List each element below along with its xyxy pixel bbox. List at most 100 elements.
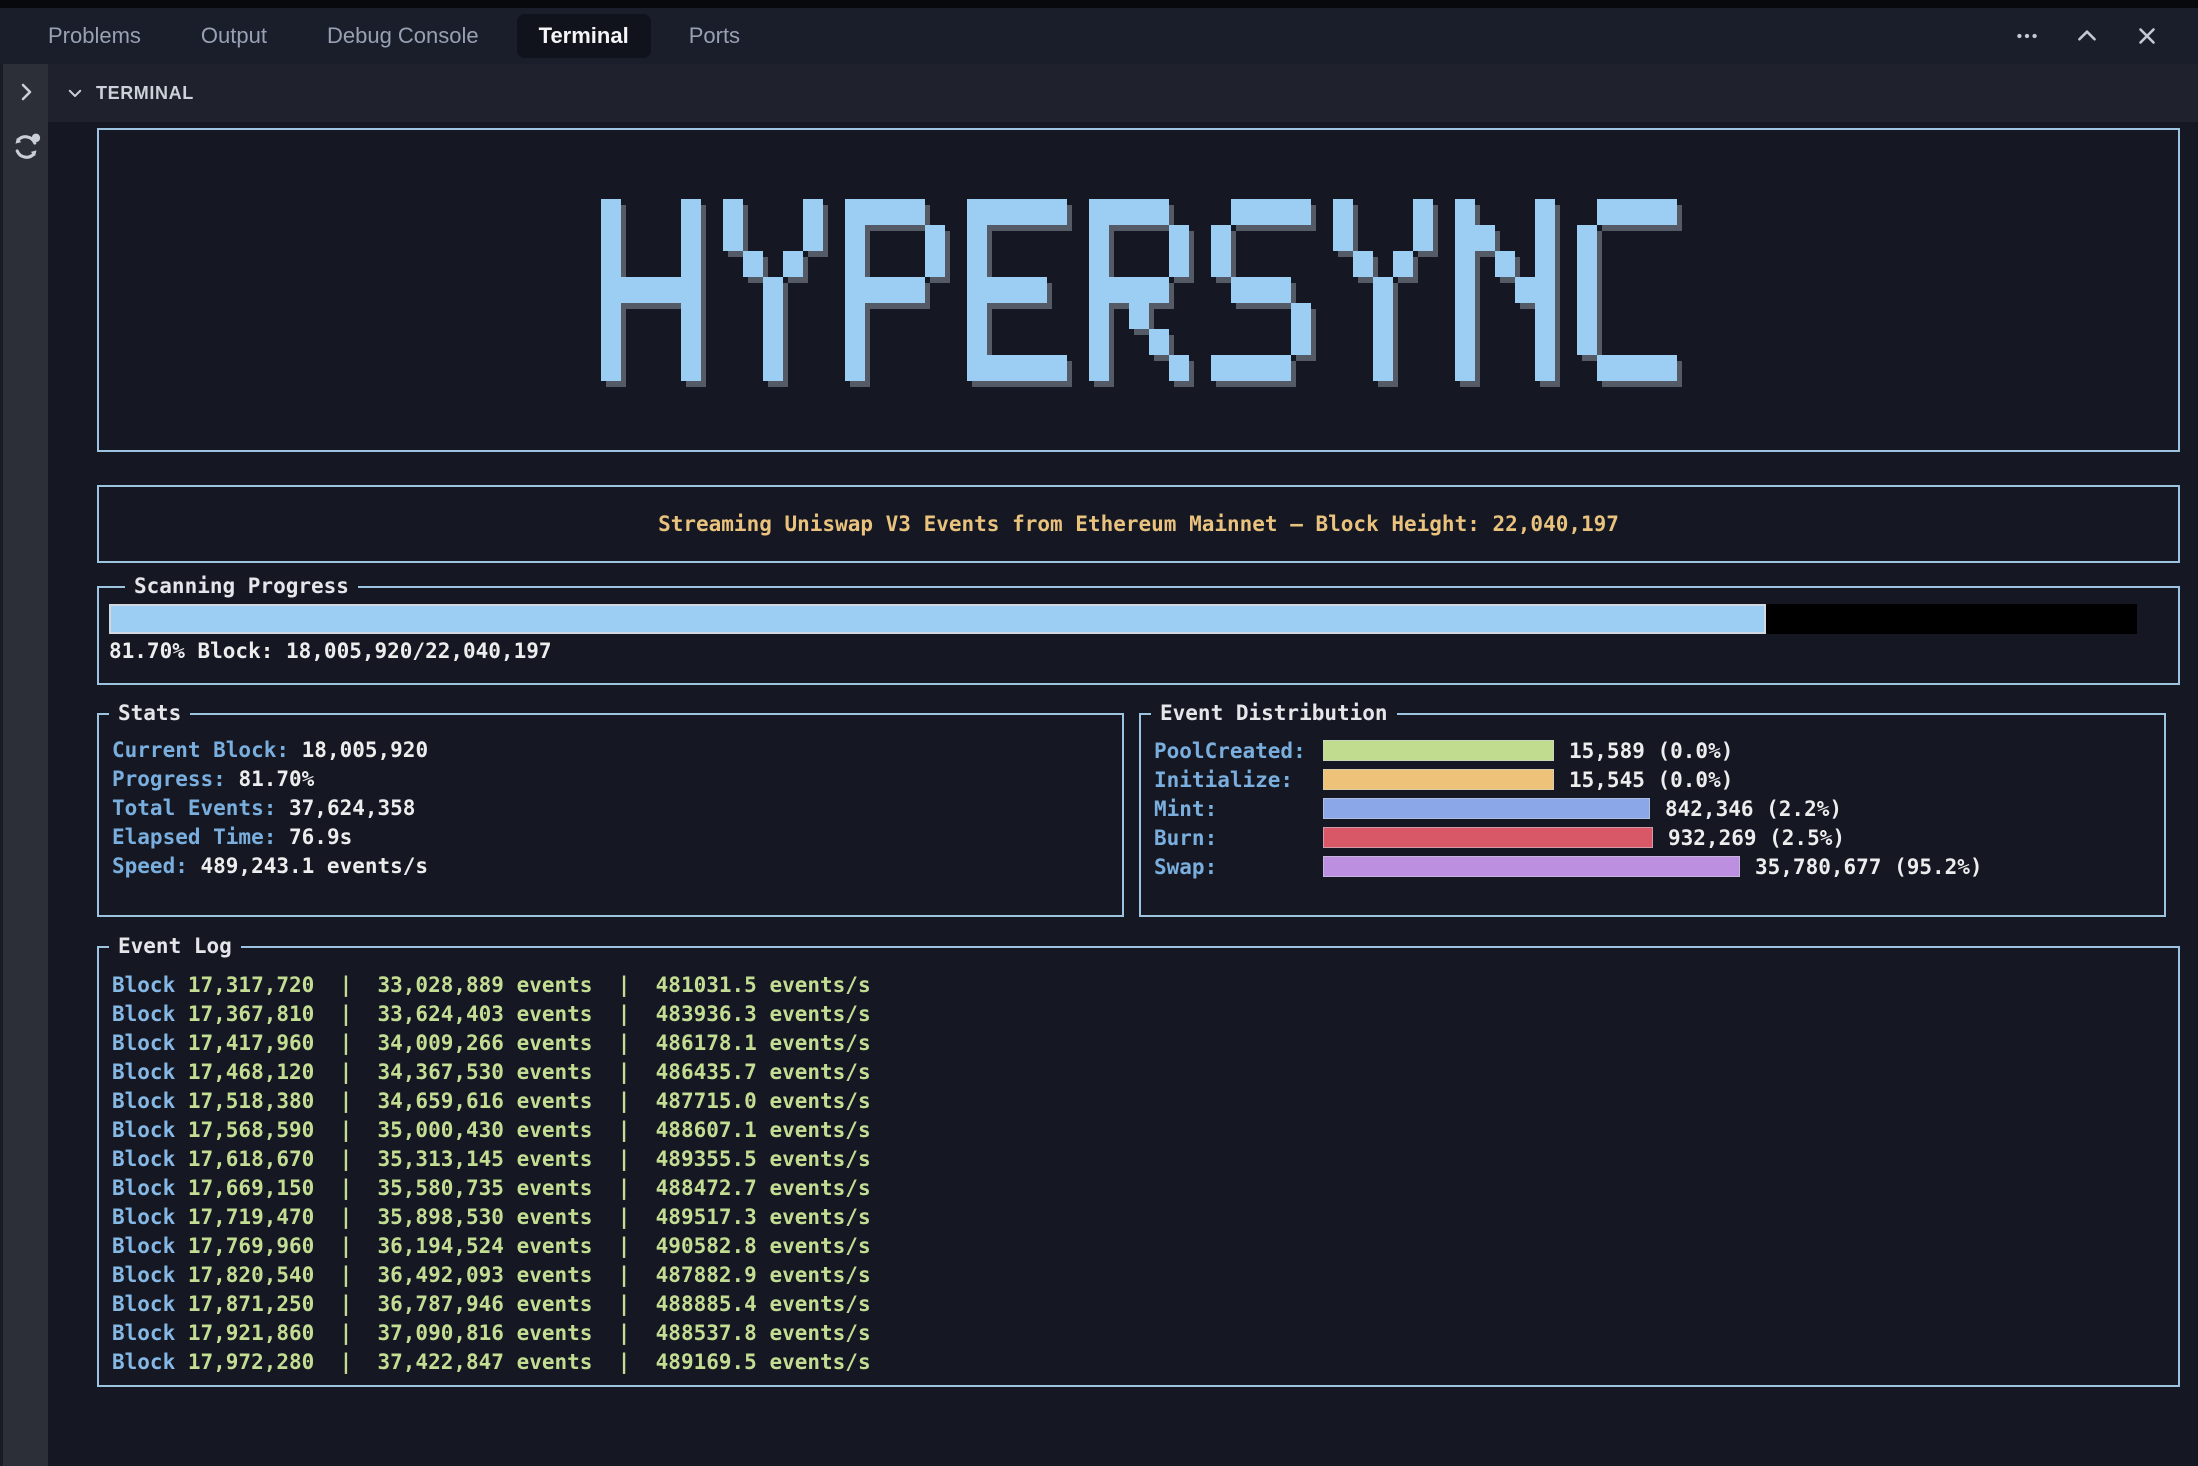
tab-ports[interactable]: Ports bbox=[667, 14, 762, 58]
banner-pixel bbox=[1597, 225, 1617, 251]
banner-pixel bbox=[681, 303, 701, 329]
banner-pixel bbox=[1657, 199, 1677, 225]
distribution-value: 842,346 (2.2%) bbox=[1665, 797, 1842, 821]
banner-pixel bbox=[1129, 355, 1149, 381]
distribution-value: 932,269 (2.5%) bbox=[1668, 826, 1845, 850]
banner-pixel bbox=[1089, 277, 1109, 303]
banner-pixel bbox=[723, 199, 743, 225]
banner-pixel bbox=[1149, 303, 1169, 329]
banner-pixel bbox=[1597, 199, 1617, 225]
sync-icon[interactable] bbox=[9, 130, 43, 164]
log-block-prefix: Block bbox=[112, 1060, 175, 1084]
banner-pixel bbox=[723, 303, 743, 329]
tab-terminal[interactable]: Terminal bbox=[517, 14, 651, 58]
banner-pixel bbox=[865, 355, 885, 381]
event-log-row: Block 17,417,960 | 34,009,266 events | 4… bbox=[112, 1029, 2178, 1058]
distribution-value: 15,589 (0.0%) bbox=[1569, 739, 1733, 763]
banner-pixel bbox=[723, 329, 743, 355]
banner-pixel bbox=[1657, 355, 1677, 381]
banner-pixel bbox=[1271, 303, 1291, 329]
event-log-rows: Block 17,317,720 | 33,028,889 events | 4… bbox=[112, 971, 2178, 1377]
banner-pixel bbox=[1393, 329, 1413, 355]
banner-pixel bbox=[1169, 277, 1189, 303]
tab-debug-console[interactable]: Debug Console bbox=[305, 14, 501, 58]
banner-pixel bbox=[1271, 251, 1291, 277]
banner-pixel bbox=[885, 199, 905, 225]
banner-pixel bbox=[763, 329, 783, 355]
banner-pixel bbox=[641, 303, 661, 329]
distribution-bar bbox=[1323, 798, 1650, 819]
panel-side-strip bbox=[0, 64, 48, 1466]
banner-pixel bbox=[1657, 329, 1677, 355]
banner-pixel bbox=[1495, 277, 1515, 303]
banner-pixel bbox=[925, 329, 945, 355]
maximize-panel-icon[interactable] bbox=[2072, 21, 2102, 51]
banner-pixel bbox=[1047, 303, 1067, 329]
distribution-value: 15,545 (0.0%) bbox=[1569, 768, 1733, 792]
banner-pixel bbox=[1291, 329, 1311, 355]
banner-pixel bbox=[1617, 303, 1637, 329]
stat-label: Speed: bbox=[112, 854, 188, 878]
banner-pixel bbox=[601, 277, 621, 303]
tab-problems[interactable]: Problems bbox=[26, 14, 163, 58]
banner-pixel bbox=[1597, 251, 1617, 277]
banner-pixel bbox=[1169, 329, 1189, 355]
banner-pixel bbox=[1475, 303, 1495, 329]
banner-pixel bbox=[1535, 251, 1555, 277]
event-log-title: Event Log bbox=[109, 933, 241, 959]
distribution-label: Mint: bbox=[1154, 797, 1323, 821]
banner-pixel bbox=[987, 303, 1007, 329]
banner-pixel bbox=[1089, 355, 1109, 381]
close-panel-icon[interactable] bbox=[2132, 21, 2162, 51]
banner-pixel bbox=[1495, 199, 1515, 225]
banner-letter bbox=[1089, 199, 1189, 381]
banner-pixel bbox=[1129, 251, 1149, 277]
banner-pixel bbox=[845, 251, 865, 277]
stat-row: Current Block:18,005,920 bbox=[112, 736, 1122, 765]
banner-pixel bbox=[1007, 199, 1027, 225]
banner-pixel bbox=[743, 303, 763, 329]
banner-pixel bbox=[1129, 199, 1149, 225]
banner-pixel bbox=[1109, 251, 1129, 277]
log-block-prefix: Block bbox=[112, 1234, 175, 1258]
tab-output[interactable]: Output bbox=[179, 14, 289, 58]
banner-pixel bbox=[845, 277, 865, 303]
distribution-row: Mint: 842,346 (2.2%) bbox=[1154, 794, 2164, 823]
expand-chevron-icon[interactable] bbox=[14, 80, 38, 104]
banner-pixel bbox=[1333, 199, 1353, 225]
more-actions-icon[interactable] bbox=[2012, 21, 2042, 51]
log-block-prefix: Block bbox=[112, 1292, 175, 1316]
banner-pixel bbox=[905, 303, 925, 329]
banner-pixel bbox=[681, 277, 701, 303]
log-row-text: 17,871,250 | 36,787,946 events | 488885.… bbox=[175, 1292, 870, 1316]
banner-pixel bbox=[1455, 303, 1475, 329]
event-log-row: Block 17,921,860 | 37,090,816 events | 4… bbox=[112, 1319, 2178, 1348]
distribution-row: PoolCreated:15,589 (0.0%) bbox=[1154, 736, 2164, 765]
banner-pixel bbox=[1637, 251, 1657, 277]
banner-pixel bbox=[743, 225, 763, 251]
log-row-text: 17,367,810 | 33,624,403 events | 483936.… bbox=[175, 1002, 870, 1026]
banner-pixel bbox=[1291, 225, 1311, 251]
banner-pixel bbox=[967, 355, 987, 381]
scanning-progress-box: Scanning Progress 81.70% Block: 18,005,9… bbox=[97, 586, 2180, 685]
banner-pixel bbox=[885, 329, 905, 355]
banner-pixel bbox=[661, 355, 681, 381]
event-log-row: Block 17,468,120 | 34,367,530 events | 4… bbox=[112, 1058, 2178, 1087]
chevron-down-icon[interactable] bbox=[66, 84, 84, 102]
banner-pixel bbox=[905, 225, 925, 251]
banner-pixel bbox=[1413, 329, 1433, 355]
stat-row: Speed:489,243.1 events/s bbox=[112, 852, 1122, 881]
banner-pixel bbox=[1455, 355, 1475, 381]
banner-pixel bbox=[885, 251, 905, 277]
banner-pixel bbox=[681, 251, 701, 277]
banner-pixel bbox=[1373, 225, 1393, 251]
banner-pixel bbox=[1089, 225, 1109, 251]
terminal-content[interactable]: Streaming Uniswap V3 Events from Ethereu… bbox=[48, 122, 2198, 1466]
banner-pixel bbox=[865, 199, 885, 225]
log-block-prefix: Block bbox=[112, 973, 175, 997]
banner-pixel bbox=[1515, 329, 1535, 355]
banner-pixel bbox=[1413, 355, 1433, 381]
banner-pixel bbox=[1657, 251, 1677, 277]
banner-pixel bbox=[661, 329, 681, 355]
banner-pixel bbox=[1353, 199, 1373, 225]
